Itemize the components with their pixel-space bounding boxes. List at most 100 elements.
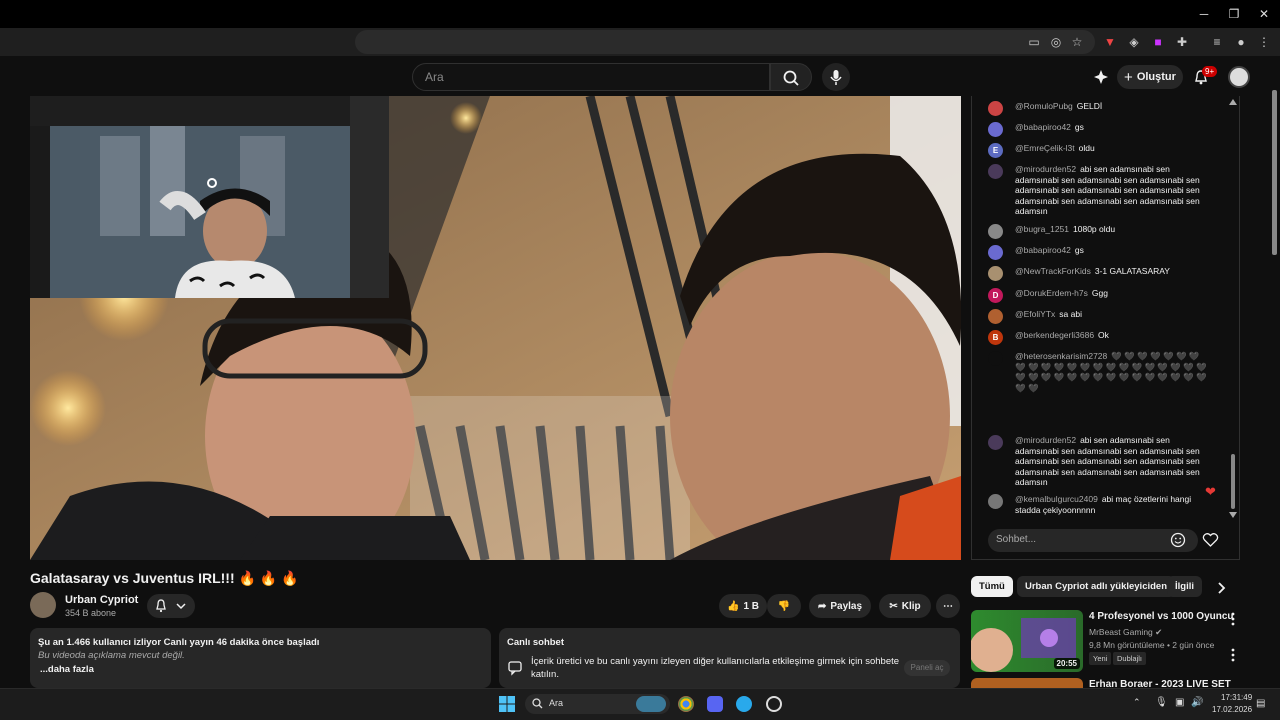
- chat-avatar[interactable]: [988, 164, 1003, 179]
- chat-username[interactable]: @mirodurden52: [1015, 435, 1076, 445]
- recommendation-title[interactable]: 4 Profesyonel vs 1000 Oyuncu: [1089, 611, 1234, 622]
- heart-icon[interactable]: [1202, 532, 1219, 548]
- channel-name[interactable]: Urban Cypriot: [65, 594, 138, 606]
- network-icon[interactable]: ▣: [1175, 697, 1184, 708]
- recommendation-thumbnail[interactable]: 20:55: [971, 610, 1083, 672]
- chat-avatar[interactable]: [988, 351, 1003, 366]
- show-more-link[interactable]: ...daha fazla: [40, 664, 94, 675]
- steam-icon[interactable]: [766, 696, 782, 712]
- address-bar[interactable]: [355, 30, 1095, 54]
- chat-username[interactable]: @RomuloPubg: [1015, 101, 1073, 111]
- cast-icon[interactable]: ▭: [1026, 34, 1042, 50]
- chat-text: 3-1 GALATASARAY: [1094, 266, 1170, 276]
- chat-username[interactable]: @berkendegerli3686: [1015, 330, 1094, 340]
- media-icon[interactable]: ≡: [1209, 34, 1225, 50]
- chevron-up-icon[interactable]: ⌃: [1133, 697, 1141, 708]
- chat-avatar[interactable]: [988, 245, 1003, 260]
- chat-message-body: @EfoliYTx sa abi: [1015, 309, 1208, 320]
- telegram-icon[interactable]: [736, 696, 752, 712]
- chat-scrollbar[interactable]: [1231, 454, 1235, 509]
- emoji-icon[interactable]: [1170, 532, 1186, 548]
- chip-related[interactable]: İlgili: [1167, 576, 1202, 597]
- more-vert-icon[interactable]: [1229, 612, 1237, 626]
- discord-icon[interactable]: [707, 696, 723, 712]
- windows-start-icon[interactable]: [498, 695, 516, 713]
- extension-icon[interactable]: ■: [1150, 34, 1166, 50]
- chat-username[interactable]: @bugra_1251: [1015, 224, 1069, 234]
- dislike-button[interactable]: 👎: [767, 594, 801, 618]
- chat-username[interactable]: @babapiroo42: [1015, 245, 1071, 255]
- recommendation-thumbnail[interactable]: [971, 678, 1083, 688]
- chrome-icon[interactable]: [678, 696, 694, 712]
- chat-username[interactable]: @heterosenkarisim2728: [1015, 351, 1107, 361]
- channel-avatar[interactable]: [30, 592, 56, 618]
- voice-search-button[interactable]: [822, 63, 850, 91]
- volume-icon[interactable]: 🔊: [1191, 697, 1203, 708]
- chat-message: @bugra_1251 1080p oldu: [988, 224, 1208, 239]
- scroll-down-icon[interactable]: [1229, 512, 1237, 518]
- bell-icon: [156, 599, 166, 613]
- search-highlight-icon[interactable]: [636, 696, 666, 712]
- star-icon[interactable]: ☆: [1069, 34, 1085, 50]
- clock-date[interactable]: 17.02.2026: [1212, 705, 1252, 714]
- chip-all[interactable]: Tümü: [971, 576, 1013, 597]
- profile-icon[interactable]: ●: [1233, 34, 1249, 50]
- chat-message-body: @babapiroo42 gs: [1015, 122, 1208, 133]
- chat-avatar[interactable]: E: [988, 143, 1003, 158]
- search-button[interactable]: [770, 63, 812, 91]
- chat-text: 1080p oldu: [1073, 224, 1116, 234]
- subscribe-notification-button[interactable]: [147, 594, 195, 618]
- chat-avatar[interactable]: [988, 435, 1003, 450]
- chat-username[interactable]: @EmreÇelik-l3t: [1015, 143, 1075, 153]
- account-avatar[interactable]: [1228, 66, 1250, 88]
- more-actions-button[interactable]: ⋯: [936, 594, 960, 618]
- notification-center-icon[interactable]: ▤: [1256, 698, 1265, 709]
- recommendation-channel[interactable]: MrBeast Gaming ✔: [1089, 627, 1162, 638]
- chat-avatar[interactable]: B: [988, 330, 1003, 345]
- scroll-up-icon[interactable]: [1229, 99, 1237, 105]
- chat-username[interactable]: @EfoliYTx: [1015, 309, 1055, 319]
- description-box[interactable]: Şu an 1.466 kullanıcı izliyor Canlı yayı…: [30, 628, 491, 688]
- chip-uploader[interactable]: Urban Cypriot adlı yükleyiciden: [1017, 576, 1176, 597]
- chat-avatar[interactable]: D: [988, 288, 1003, 303]
- verified-icon: ✔: [1155, 627, 1163, 637]
- chat-avatar[interactable]: [988, 122, 1003, 137]
- clip-button[interactable]: ✂ Klip: [879, 594, 931, 618]
- minimize-button[interactable]: ─: [1196, 6, 1212, 22]
- chat-username[interactable]: @kemalbulgurcu2409: [1015, 494, 1098, 504]
- thumb-down-icon: 👎: [777, 600, 791, 612]
- search-icon: [532, 698, 543, 709]
- chat-message-body: @kemalbulgurcu2409 abi maç özetlerini han…: [1015, 494, 1208, 515]
- page-scrollbar[interactable]: [1272, 90, 1277, 255]
- chat-avatar[interactable]: [988, 224, 1003, 239]
- close-window-button[interactable]: ✕: [1256, 6, 1272, 22]
- chat-input[interactable]: Sohbet...: [988, 529, 1198, 552]
- notification-count: 9+: [1202, 66, 1218, 77]
- puzzle-icon[interactable]: ✚: [1174, 34, 1190, 50]
- chat-username[interactable]: @mirodurden52: [1015, 164, 1076, 174]
- like-button[interactable]: 👍 1 B: [719, 594, 767, 618]
- chat-username[interactable]: @DorukErdem-h7s: [1015, 288, 1088, 298]
- chat-avatar[interactable]: [988, 494, 1003, 509]
- chat-username[interactable]: @babapiroo42: [1015, 122, 1071, 132]
- create-button[interactable]: + Oluştur: [1117, 65, 1183, 89]
- chat-username[interactable]: @NewTrackForKids: [1015, 266, 1091, 276]
- chevron-right-icon[interactable]: [1217, 582, 1227, 594]
- eye-off-icon[interactable]: ◎: [1048, 34, 1064, 50]
- chat-avatar[interactable]: [988, 266, 1003, 281]
- mic-icon[interactable]: 🎙: [1155, 697, 1168, 708]
- maximize-button[interactable]: ❐: [1226, 6, 1242, 22]
- open-panel-button[interactable]: Paneli aç: [904, 660, 950, 676]
- video-player[interactable]: [30, 96, 961, 560]
- live-chat-panel: @RomuloPubg GELDİ @babapiroo42 gs E @EmreÇeli…: [971, 96, 1240, 560]
- menu-icon[interactable]: ⋮: [1256, 34, 1272, 50]
- extension-icon[interactable]: ▼: [1102, 34, 1118, 50]
- clock-time[interactable]: 17:31:49: [1221, 693, 1252, 702]
- sparkle-icon[interactable]: [1092, 68, 1110, 86]
- chat-avatar[interactable]: [988, 309, 1003, 324]
- chat-avatar[interactable]: [988, 101, 1003, 116]
- share-button[interactable]: ➦ Paylaş: [809, 594, 871, 618]
- shield-icon[interactable]: ◈: [1126, 34, 1142, 50]
- search-input[interactable]: Ara: [412, 63, 770, 91]
- more-vert-icon[interactable]: [1229, 648, 1237, 662]
